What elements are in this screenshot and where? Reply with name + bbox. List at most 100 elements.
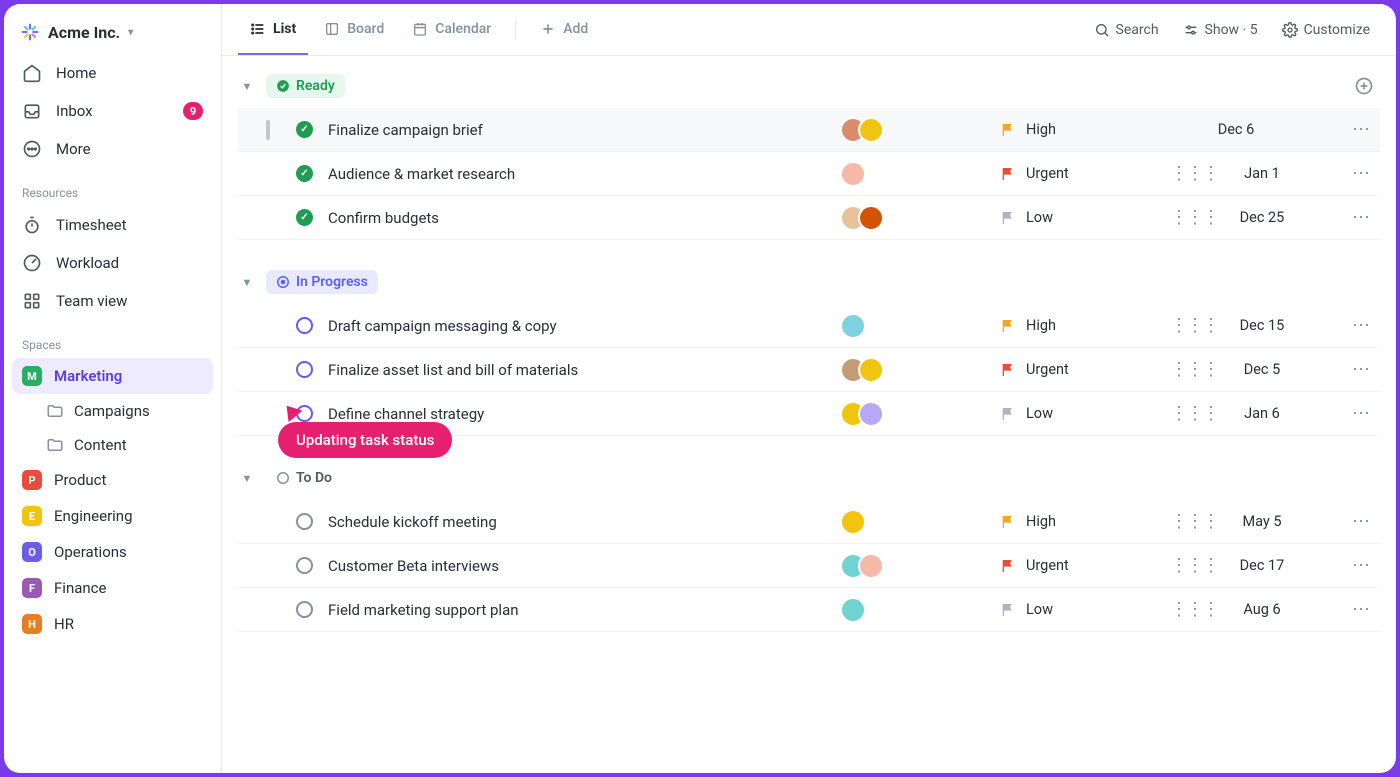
nav-home[interactable]: Home bbox=[12, 54, 213, 92]
date-cell[interactable]: ⋮⋮⋮ Dec 5 bbox=[1170, 359, 1340, 380]
status-pill[interactable]: In Progress bbox=[266, 270, 378, 294]
space-item-marketing[interactable]: MMarketing bbox=[12, 358, 213, 394]
task-row[interactable]: Confirm budgets Low ⋮⋮⋮ Dec 25 ⋯ bbox=[238, 196, 1380, 240]
avatar[interactable] bbox=[840, 161, 866, 187]
date-cell[interactable]: Dec 6 bbox=[1170, 121, 1340, 138]
space-item-finance[interactable]: FFinance bbox=[12, 570, 213, 606]
drag-handle-icon[interactable]: ⋮⋮⋮ bbox=[1170, 359, 1218, 380]
space-item-hr[interactable]: HHR bbox=[12, 606, 213, 642]
nav-timesheet[interactable]: Timesheet bbox=[12, 206, 213, 244]
folder-item[interactable]: Content bbox=[12, 428, 213, 462]
task-row[interactable]: Finalize campaign brief High Dec 6 ⋯ bbox=[238, 108, 1380, 152]
status-circle-icon[interactable] bbox=[296, 557, 313, 574]
date-cell[interactable]: ⋮⋮⋮ Dec 17 bbox=[1170, 555, 1340, 576]
status-circle-icon[interactable] bbox=[296, 361, 313, 378]
row-more-icon[interactable]: ⋯ bbox=[1340, 359, 1380, 380]
status-circle-icon[interactable] bbox=[296, 513, 313, 530]
date-cell[interactable]: ⋮⋮⋮ Jan 6 bbox=[1170, 403, 1340, 424]
row-more-icon[interactable]: ⋯ bbox=[1340, 511, 1380, 532]
avatar[interactable] bbox=[858, 401, 884, 427]
status-circle-icon[interactable] bbox=[296, 601, 313, 618]
avatar[interactable] bbox=[858, 553, 884, 579]
avatar[interactable] bbox=[840, 597, 866, 623]
task-name[interactable]: Draft campaign messaging & copy bbox=[328, 317, 830, 335]
priority-cell[interactable]: High bbox=[1000, 317, 1170, 334]
status-pill[interactable]: Ready bbox=[266, 74, 345, 98]
assignees[interactable] bbox=[830, 313, 1000, 339]
row-more-icon[interactable]: ⋯ bbox=[1340, 599, 1380, 620]
assignees[interactable] bbox=[830, 117, 1000, 143]
task-name[interactable]: Schedule kickoff meeting bbox=[328, 513, 830, 531]
avatar[interactable] bbox=[840, 313, 866, 339]
row-more-icon[interactable]: ⋯ bbox=[1340, 207, 1380, 228]
status-circle-icon[interactable] bbox=[296, 165, 313, 182]
priority-cell[interactable]: Urgent bbox=[1000, 165, 1170, 182]
date-cell[interactable]: ⋮⋮⋮ Aug 6 bbox=[1170, 599, 1340, 620]
view-tab-add[interactable]: Add bbox=[528, 4, 600, 55]
assignees[interactable] bbox=[830, 357, 1000, 383]
task-name[interactable]: Define channel strategy bbox=[328, 405, 830, 423]
assignees[interactable] bbox=[830, 553, 1000, 579]
priority-cell[interactable]: Low bbox=[1000, 405, 1170, 422]
assignees[interactable] bbox=[830, 205, 1000, 231]
task-name[interactable]: Customer Beta interviews bbox=[328, 557, 830, 575]
collapse-caret-icon[interactable]: ▼ bbox=[238, 472, 256, 485]
task-name[interactable]: Finalize asset list and bill of material… bbox=[328, 361, 830, 379]
task-name[interactable]: Audience & market research bbox=[328, 165, 830, 183]
drag-handle-icon[interactable]: ⋮⋮⋮ bbox=[1170, 511, 1218, 532]
view-tab-board[interactable]: Board bbox=[312, 4, 396, 55]
view-tab-list[interactable]: List bbox=[238, 4, 308, 55]
view-tab-calendar[interactable]: Calendar bbox=[400, 4, 503, 55]
nav-workload[interactable]: Workload bbox=[12, 244, 213, 282]
customize-button[interactable]: Customize bbox=[1272, 16, 1380, 44]
drag-handle-icon[interactable]: ⋮⋮⋮ bbox=[1170, 555, 1218, 576]
task-row[interactable]: Customer Beta interviews Urgent ⋮⋮⋮ Dec … bbox=[238, 544, 1380, 588]
status-circle-icon[interactable] bbox=[296, 121, 313, 138]
row-more-icon[interactable]: ⋯ bbox=[1340, 163, 1380, 184]
collapse-caret-icon[interactable]: ▼ bbox=[238, 276, 256, 289]
date-cell[interactable]: ⋮⋮⋮ Jan 1 bbox=[1170, 163, 1340, 184]
collapse-caret-icon[interactable]: ▼ bbox=[238, 80, 256, 93]
task-row[interactable]: Finalize asset list and bill of material… bbox=[238, 348, 1380, 392]
assignees[interactable] bbox=[830, 597, 1000, 623]
date-cell[interactable]: ⋮⋮⋮ May 5 bbox=[1170, 511, 1340, 532]
space-item-engineering[interactable]: EEngineering bbox=[12, 498, 213, 534]
task-checkbox[interactable] bbox=[266, 120, 270, 140]
workspace-switcher[interactable]: Acme Inc. ▾ bbox=[12, 12, 213, 54]
status-circle-icon[interactable] bbox=[296, 317, 313, 334]
assignees[interactable] bbox=[830, 161, 1000, 187]
folder-item[interactable]: Campaigns bbox=[12, 394, 213, 428]
status-circle-icon[interactable] bbox=[296, 209, 313, 226]
priority-cell[interactable]: Low bbox=[1000, 601, 1170, 618]
search-button[interactable]: Search bbox=[1084, 16, 1169, 44]
priority-cell[interactable]: Urgent bbox=[1000, 361, 1170, 378]
row-more-icon[interactable]: ⋯ bbox=[1340, 119, 1380, 140]
task-row[interactable]: Audience & market research Urgent ⋮⋮⋮ Ja… bbox=[238, 152, 1380, 196]
task-row[interactable]: Define channel strategy Low ⋮⋮⋮ Jan 6 ⋯ bbox=[238, 392, 1380, 436]
priority-cell[interactable]: High bbox=[1000, 121, 1170, 138]
status-circle-icon[interactable] bbox=[296, 405, 313, 422]
space-item-product[interactable]: PProduct bbox=[12, 462, 213, 498]
task-row[interactable]: Field marketing support plan Low ⋮⋮⋮ Aug… bbox=[238, 588, 1380, 632]
row-more-icon[interactable]: ⋯ bbox=[1340, 315, 1380, 336]
row-more-icon[interactable]: ⋯ bbox=[1340, 403, 1380, 424]
drag-handle-icon[interactable]: ⋮⋮⋮ bbox=[1170, 163, 1218, 184]
priority-cell[interactable]: Urgent bbox=[1000, 557, 1170, 574]
show-button[interactable]: Show · 5 bbox=[1173, 16, 1268, 44]
task-name[interactable]: Confirm budgets bbox=[328, 209, 830, 227]
assignees[interactable] bbox=[830, 401, 1000, 427]
drag-handle-icon[interactable]: ⋮⋮⋮ bbox=[1170, 599, 1218, 620]
add-task-icon[interactable] bbox=[1354, 76, 1380, 96]
avatar[interactable] bbox=[858, 117, 884, 143]
avatar[interactable] bbox=[858, 205, 884, 231]
date-cell[interactable]: ⋮⋮⋮ Dec 15 bbox=[1170, 315, 1340, 336]
task-name[interactable]: Field marketing support plan bbox=[328, 601, 830, 619]
task-row[interactable]: Schedule kickoff meeting High ⋮⋮⋮ May 5 … bbox=[238, 500, 1380, 544]
status-pill[interactable]: To Do bbox=[266, 466, 342, 490]
nav-more[interactable]: More bbox=[12, 130, 213, 168]
nav-teamview[interactable]: Team view bbox=[12, 282, 213, 320]
space-item-operations[interactable]: OOperations bbox=[12, 534, 213, 570]
drag-handle-icon[interactable]: ⋮⋮⋮ bbox=[1170, 207, 1218, 228]
priority-cell[interactable]: High bbox=[1000, 513, 1170, 530]
row-more-icon[interactable]: ⋯ bbox=[1340, 555, 1380, 576]
